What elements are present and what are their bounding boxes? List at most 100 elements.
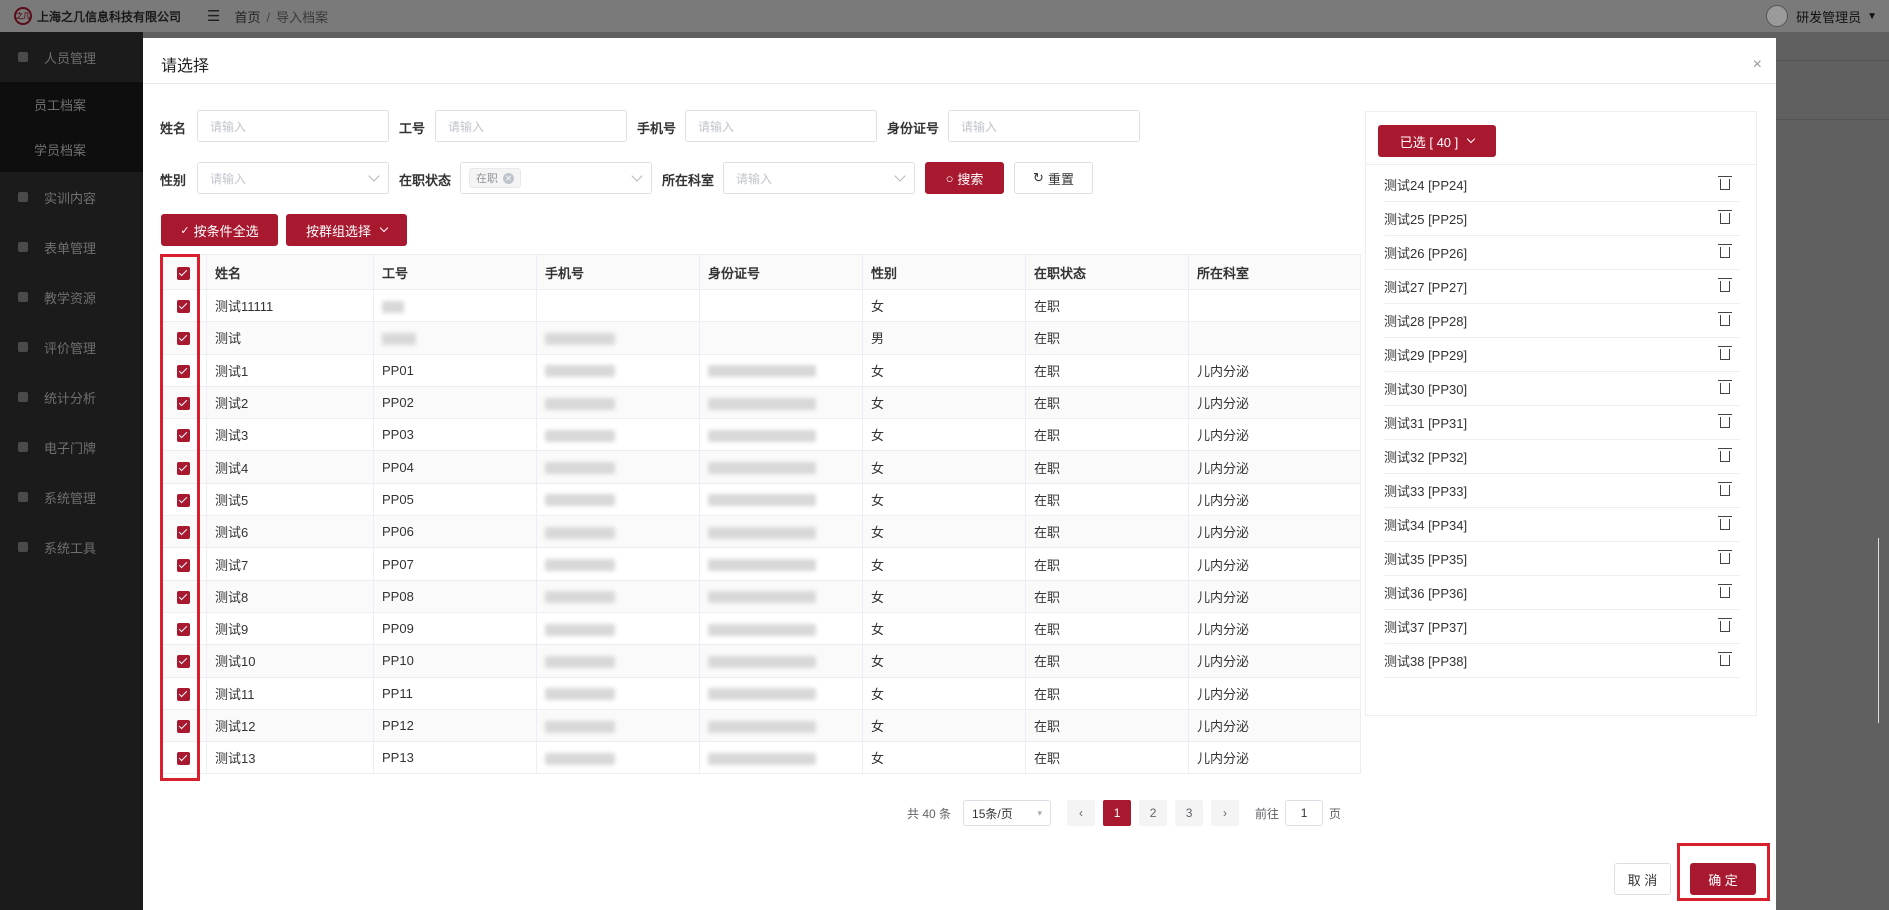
cell-department: 儿内分泌 xyxy=(1188,482,1361,517)
trash-icon[interactable] xyxy=(1718,618,1732,632)
cell-idcard xyxy=(699,708,863,743)
status-select[interactable]: 在职 ✕ xyxy=(460,162,652,194)
evaluation-icon xyxy=(18,342,28,352)
table-row[interactable]: 测试11111 女在职 xyxy=(160,288,1361,323)
table-row[interactable]: 测试3 PP03 女在职 儿内分泌 xyxy=(160,418,1361,452)
page-button[interactable]: 3 xyxy=(1175,800,1204,826)
sidebar-item-personnel[interactable]: 人员管理 xyxy=(0,32,143,82)
trash-icon[interactable] xyxy=(1718,414,1732,428)
cell-gender: 女 xyxy=(862,611,1026,646)
trash-icon[interactable] xyxy=(1718,652,1732,666)
table-row[interactable]: 测试8 PP08 女在职 儿内分泌 xyxy=(160,579,1361,613)
selected-item-label: 测试25 [PP25] xyxy=(1384,212,1468,227)
table-row[interactable]: 测试12 PP12 女在职 儿内分泌 xyxy=(160,708,1361,743)
sidebar-subitem-staff[interactable]: 员工档案 xyxy=(0,82,143,127)
sidebar-subitem-students[interactable]: 学员档案 xyxy=(0,127,143,172)
trash-icon[interactable] xyxy=(1718,380,1732,394)
sidebar-item-resources[interactable]: 教学资源 xyxy=(0,272,143,322)
prev-page-button[interactable]: ‹ xyxy=(1067,800,1096,826)
selected-count-button[interactable]: 已选 [ 40 ] xyxy=(1378,125,1496,157)
page-button[interactable]: 2 xyxy=(1139,800,1168,826)
goto-page-input[interactable]: 1 xyxy=(1285,800,1324,826)
column-header[interactable]: 姓名 xyxy=(206,254,374,290)
select-all-by-condition-button[interactable]: ✓ 按条件全选 xyxy=(161,214,278,246)
idcard-input[interactable]: 请输入 xyxy=(948,110,1140,142)
page-button[interactable]: 1 xyxy=(1103,800,1132,826)
user-menu[interactable]: 研发管理员 ▼ xyxy=(1766,5,1877,27)
sidebar-item-evaluation[interactable]: 评价管理 xyxy=(0,322,143,372)
employee-no-input[interactable]: 请输入 xyxy=(435,110,627,142)
trash-icon[interactable] xyxy=(1718,482,1732,496)
cell-status: 在职 xyxy=(1025,385,1189,420)
tag-close-icon[interactable]: ✕ xyxy=(503,172,514,184)
department-select[interactable]: 请输入 xyxy=(723,162,915,194)
cell-name: 测试8 xyxy=(206,579,374,613)
trash-icon[interactable] xyxy=(1718,312,1732,326)
cell-department: 儿内分泌 xyxy=(1188,579,1361,613)
column-header[interactable]: 身份证号 xyxy=(699,254,863,290)
table-row[interactable]: 测试10 PP10 女在职 儿内分泌 xyxy=(160,644,1361,678)
selected-list-item: 测试28 [PP28] xyxy=(1384,304,1740,338)
trash-icon[interactable] xyxy=(1718,584,1732,598)
redacted-value xyxy=(545,752,615,765)
sidebar-item-doorplate[interactable]: 电子门牌 xyxy=(0,422,143,472)
page-size-select[interactable]: 15条/页 ▾ xyxy=(963,800,1052,826)
sidebar-item-tools[interactable]: 系统工具 xyxy=(0,522,143,572)
trash-icon[interactable] xyxy=(1718,550,1732,564)
close-icon[interactable]: × xyxy=(1753,56,1762,74)
trash-icon[interactable] xyxy=(1718,516,1732,530)
trash-icon[interactable] xyxy=(1718,278,1732,292)
scrollbar[interactable] xyxy=(1878,538,1879,723)
table-row[interactable]: 测试6 PP06 女在职 儿内分泌 xyxy=(160,515,1361,549)
cell-gender: 女 xyxy=(862,708,1026,743)
cell-department: 儿内分泌 xyxy=(1188,353,1361,387)
selected-list-item: 测试33 [PP33] xyxy=(1384,474,1740,508)
sidebar-item-training[interactable]: 实训内容 xyxy=(0,172,143,222)
phone-input[interactable]: 请输入 xyxy=(685,110,877,142)
trash-icon[interactable] xyxy=(1718,244,1732,258)
table-row[interactable]: 测试4 PP04 女在职 儿内分泌 xyxy=(160,450,1361,484)
breadcrumb-home[interactable]: 首页 xyxy=(234,10,260,25)
sidebar: 人员管理 员工档案 学员档案 实训内容 表单管理 教学资源 评价管理 统计分析 … xyxy=(0,32,143,910)
table-row[interactable]: 测试1 PP01 女在职 儿内分泌 xyxy=(160,353,1361,387)
cell-gender: 女 xyxy=(862,418,1026,452)
group-select-button[interactable]: 按群组选择 xyxy=(286,214,407,246)
search-button[interactable]: ○ 搜索 xyxy=(925,162,1004,194)
cell-idcard xyxy=(699,418,863,452)
cancel-button[interactable]: 取 消 xyxy=(1614,863,1671,895)
table-row[interactable]: 测试5 PP05 女在职 儿内分泌 xyxy=(160,482,1361,517)
table-row[interactable]: 测试11 PP11 女在职 儿内分泌 xyxy=(160,676,1361,710)
column-header[interactable]: 手机号 xyxy=(536,254,700,290)
trash-icon[interactable] xyxy=(1718,176,1732,190)
sidebar-item-forms[interactable]: 表单管理 xyxy=(0,222,143,272)
trash-icon[interactable] xyxy=(1718,210,1732,224)
column-header[interactable]: 工号 xyxy=(373,254,537,290)
sidebar-item-system[interactable]: 系统管理 xyxy=(0,472,143,522)
menu-toggle-icon[interactable]: ☰ xyxy=(207,7,220,25)
selected-item-label: 测试28 [PP28] xyxy=(1384,314,1468,329)
table-row[interactable]: 测试13 PP13 女在职 儿内分泌 xyxy=(160,741,1361,775)
gender-select[interactable]: 请输入 xyxy=(197,162,389,194)
column-header[interactable]: 性别 xyxy=(862,254,1026,290)
table-row[interactable]: 测试 男在职 xyxy=(160,321,1361,355)
column-header[interactable]: 所在科室 xyxy=(1188,254,1361,290)
phone-label: 手机号 xyxy=(637,121,677,136)
table-row[interactable]: 测试7 PP07 女在职 儿内分泌 xyxy=(160,547,1361,581)
cell-phone xyxy=(536,450,700,484)
next-page-button[interactable]: › xyxy=(1211,800,1240,826)
cell-phone xyxy=(536,321,700,355)
reset-button[interactable]: ↻ 重置 xyxy=(1014,162,1093,194)
user-name: 研发管理员 xyxy=(1796,9,1862,25)
column-header[interactable]: 在职状态 xyxy=(1025,254,1189,290)
name-input[interactable]: 请输入 xyxy=(197,110,389,142)
user-icon xyxy=(18,52,28,62)
trash-icon[interactable] xyxy=(1718,346,1732,360)
trash-icon[interactable] xyxy=(1718,448,1732,462)
redacted-value xyxy=(382,333,416,345)
table-row[interactable]: 测试9 PP09 女在职 儿内分泌 xyxy=(160,611,1361,646)
cell-department: 儿内分泌 xyxy=(1188,418,1361,452)
table-row[interactable]: 测试2 PP02 女在职 儿内分泌 xyxy=(160,385,1361,420)
sidebar-item-statistics[interactable]: 统计分析 xyxy=(0,372,143,422)
sidebar-item-label: 系统管理 xyxy=(44,490,97,506)
selected-item-label: 测试31 [PP31] xyxy=(1384,416,1468,431)
